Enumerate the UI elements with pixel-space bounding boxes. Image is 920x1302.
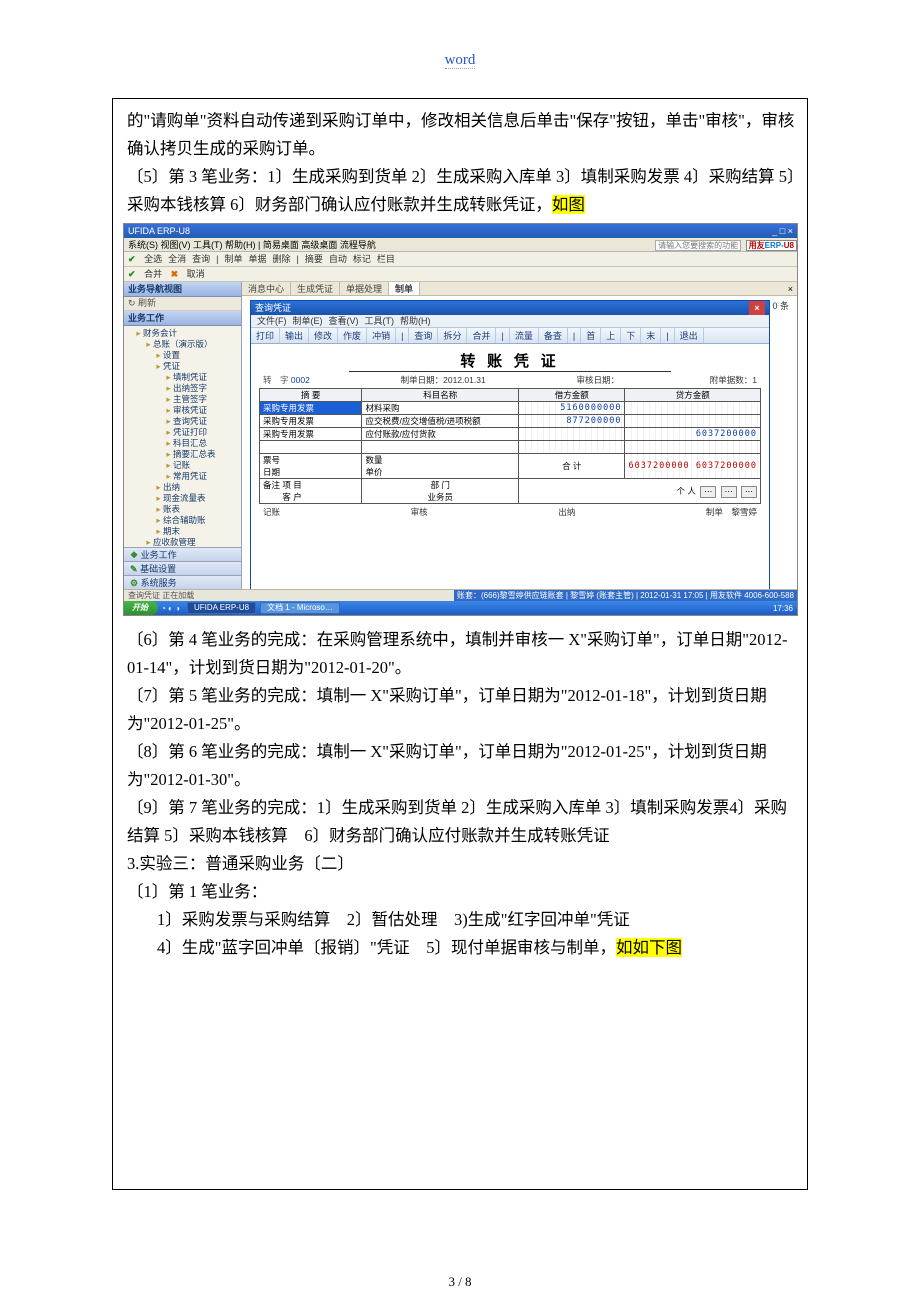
start-button[interactable]: 开始 xyxy=(124,601,158,615)
voucher-dialog: 查询凭证 × 文件(F)制单(E)查看(V)工具(T)帮助(H) 打印输出修改作… xyxy=(250,300,770,589)
tab-voucher[interactable]: 生成凭证 xyxy=(291,282,340,295)
tree-node[interactable]: ▸摘要汇总表 xyxy=(126,449,239,460)
clock: 17:36 xyxy=(773,604,797,613)
page-frame: 的"请购单"资料自动传递到采购订单中，修改相关信息后单击"保存"按钮，单击"审核… xyxy=(112,98,808,1190)
tab-msg[interactable]: 消息中心 xyxy=(242,282,291,295)
table-row[interactable]: 采购专用发票应交税费/应交增值税/进项税额877200000 xyxy=(260,415,761,428)
page-header: word xyxy=(0,0,920,69)
erp-toolbar-2[interactable]: ✔ 合并 ✖ 取消 xyxy=(124,267,797,282)
tree-node[interactable]: ▸现金流量表 xyxy=(126,493,239,504)
dialog-titlebar[interactable]: 查询凭证 × xyxy=(251,301,769,315)
tree-node[interactable]: ▸主管签字 xyxy=(126,394,239,405)
check-icon: ✔ xyxy=(128,254,136,264)
erp-menubar[interactable]: 系统(S) 视图(V) 工具(T) 帮助(H) | 简易桌面 高级桌面 流程导航… xyxy=(124,238,797,252)
para-10: 4〕生成"蓝字回冲单〔报销〕"凭证 5〕现付单据审核与制单，如如下图 xyxy=(127,934,797,962)
side-panel-title-2: 业务工作 xyxy=(124,311,241,326)
body-text-top: 的"请购单"资料自动传递到采购订单中，修改相关信息后单击"保存"按钮，单击"审核… xyxy=(113,99,807,219)
tree-node[interactable]: ▸审核凭证 xyxy=(126,405,239,416)
table-row[interactable]: 采购专用发票材料采购5160000000 xyxy=(260,402,761,415)
window-controls[interactable]: _ □ × xyxy=(772,224,793,238)
tree-node[interactable]: ▸填制凭证 xyxy=(126,372,239,383)
taskbar-item[interactable]: UFIDA ERP-U8 xyxy=(187,602,256,614)
check-icon: ✔ xyxy=(128,269,136,279)
para-3: 〔6〕第 4 笔业务的完成：在采购管理系统中，填制并审核一 X"采购订单"，订单… xyxy=(127,626,797,682)
erp-title-text: UFIDA ERP-U8 xyxy=(128,224,190,238)
tree-node[interactable]: ▸总账（演示版） xyxy=(126,339,239,350)
service-icon: ⚙ xyxy=(130,578,138,588)
erp-brand-badge: 用友ERP-U8 xyxy=(746,240,797,251)
side-bottom-bars[interactable]: ❖ 业务工作 ✎ 基础设置 ⚙ 系统服务 xyxy=(124,547,241,589)
para-4: 〔7〕第 5 笔业务的完成：填制一 X"采购订单"，订单日期为"2012-01-… xyxy=(127,682,797,738)
page-footer: 3 / 8 xyxy=(0,1274,920,1290)
table-row[interactable] xyxy=(260,441,761,454)
quicklaunch-icon[interactable]: ◔ ◐ ◑ xyxy=(158,604,183,613)
lookup-button[interactable]: ⋯ xyxy=(700,486,716,498)
tree-node[interactable]: ▸期末 xyxy=(126,526,239,537)
voucher-table: 摘 要 科目名称 借方金额 贷方金额 采购专用发票材料采购5160000000采… xyxy=(259,388,761,504)
tree-node[interactable]: ▸记账 xyxy=(126,460,239,471)
voucher-title: 转 账 凭 证 xyxy=(349,350,671,372)
tree-node[interactable]: ▸出纳 xyxy=(126,482,239,493)
tree-node[interactable]: ▸设置 xyxy=(126,350,239,361)
body-text-bottom: 〔6〕第 4 笔业务的完成：在采购管理系统中，填制并审核一 X"采购订单"，订单… xyxy=(113,618,807,962)
tab-close-icon[interactable]: × xyxy=(784,282,797,295)
erp-tabs[interactable]: 消息中心 生成凭证 单据处理 制单 × xyxy=(242,282,797,296)
para-5: 〔8〕第 6 笔业务的完成：填制一 X"采购订单"，订单日期为"2012-01-… xyxy=(127,738,797,794)
voucher-signoff: 记账 审核 出纳 制单 黎雪婷 xyxy=(259,504,761,518)
refresh-button[interactable]: ↻ 刷新 xyxy=(124,297,241,311)
erp-main: 消息中心 生成凭证 单据处理 制单 × 采购发票制单 共 0 条 查询凭证 × xyxy=(242,282,797,589)
nav-tree[interactable]: ▸财务会计▸总账（演示版）▸设置▸凭证▸填制凭证▸出纳签字▸主管签字▸审核凭证▸… xyxy=(124,326,241,547)
windows-taskbar[interactable]: 开始 ◔ ◐ ◑ UFIDA ERP-U8 文档 1 - Microso… 17… xyxy=(124,601,797,615)
tree-node[interactable]: ▸常用凭证 xyxy=(126,471,239,482)
taskbar-item[interactable]: 文档 1 - Microso… xyxy=(260,602,340,614)
side-panel-title-1: 业务导航视图 xyxy=(124,282,241,297)
erp-statusbar: 查询凭证 正在加载 账套：(666)黎雪婷供应链账套 | 黎雪婷 (账套主管) … xyxy=(124,589,797,601)
para-8: 〔1〕第 1 笔业务： xyxy=(127,878,797,906)
voucher-meta: 转 字 0002 制单日期：2012.01.31 审核日期： 附单据数：1 xyxy=(259,374,761,388)
tree-node[interactable]: ▸凭证 xyxy=(126,361,239,372)
erp-toolbar-1[interactable]: ✔ 全选全消查询|制单单据删除|摘要自动标记栏目 xyxy=(124,252,797,267)
para-9: 1〕采购发票与采购结算 2〕暂估处理 3)生成"红字回冲单"凭证 xyxy=(127,906,797,934)
para-7: 3.实验三：普通采购业务〔二〕 xyxy=(127,850,797,878)
tree-node[interactable]: ▸账表 xyxy=(126,504,239,515)
wrench-icon: ✎ xyxy=(130,564,138,574)
para-6: 〔9〕第 7 笔业务的完成：1〕生成采购到货单 2〕生成采购入库单 3〕填制采购… xyxy=(127,794,797,850)
dialog-menu[interactable]: 文件(F)制单(E)查看(V)工具(T)帮助(H) xyxy=(251,315,769,328)
gear-icon: ❖ xyxy=(130,550,138,560)
cancel-icon: ✖ xyxy=(171,269,179,279)
erp-titlebar: UFIDA ERP-U8 _ □ × xyxy=(124,224,797,238)
tree-node[interactable]: ▸出纳签字 xyxy=(126,383,239,394)
tree-node[interactable]: ▸查询凭证 xyxy=(126,416,239,427)
para-2: 〔5〕第 3 笔业务：1〕生成采购到货单 2〕生成采购入库单 3〕填制采购发票 … xyxy=(127,163,797,219)
highlight-b: 如如下图 xyxy=(616,938,682,957)
tree-node[interactable]: ▸科目汇总 xyxy=(126,438,239,449)
highlight-a: 如图 xyxy=(552,195,585,214)
erp-screenshot: UFIDA ERP-U8 _ □ × 系统(S) 视图(V) 工具(T) 帮助(… xyxy=(123,223,798,616)
lookup-button[interactable]: ⋯ xyxy=(721,486,737,498)
tree-node[interactable]: ▸凭证打印 xyxy=(126,427,239,438)
dialog-toolbar[interactable]: 打印输出修改作废冲销|查询拆分合并|流量备查|首上下末|退出 xyxy=(251,328,769,344)
tab-bill[interactable]: 单据处理 xyxy=(340,282,389,295)
tree-node[interactable]: ▸应收款管理 xyxy=(126,537,239,547)
para-1: 的"请购单"资料自动传递到采购订单中，修改相关信息后单击"保存"按钮，单击"审核… xyxy=(127,107,797,163)
erp-sidebar: 业务导航视图 ↻ 刷新 业务工作 ▸财务会计▸总账（演示版）▸设置▸凭证▸填制凭… xyxy=(124,282,242,589)
erp-search-input[interactable]: 请输入您要搜索的功能 xyxy=(655,240,741,251)
tree-node[interactable]: ▸财务会计 xyxy=(126,328,239,339)
erp-menu-items[interactable]: 系统(S) 视图(V) 工具(T) 帮助(H) | 简易桌面 高级桌面 流程导航 xyxy=(128,238,376,251)
tab-make[interactable]: 制单 xyxy=(389,282,420,295)
close-icon[interactable]: × xyxy=(749,301,765,315)
table-row[interactable]: 采购专用发票应付账款/应付货款6037200000 xyxy=(260,428,761,441)
tree-node[interactable]: ▸综合辅助账 xyxy=(126,515,239,526)
header-link[interactable]: word xyxy=(445,52,476,69)
lookup-button[interactable]: ⋯ xyxy=(741,486,757,498)
